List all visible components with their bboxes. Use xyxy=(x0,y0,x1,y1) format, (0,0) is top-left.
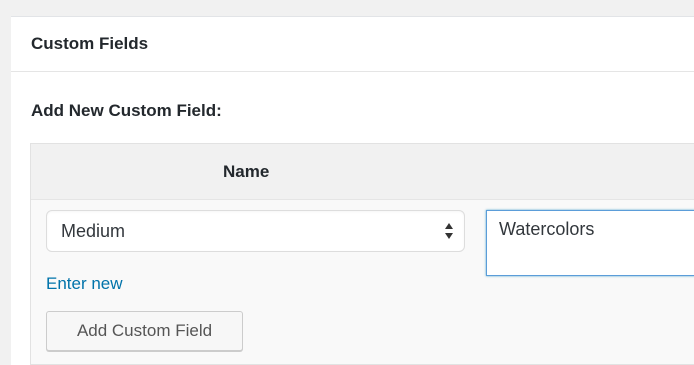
table-header: Name xyxy=(31,144,694,200)
metabox-title: Custom Fields xyxy=(31,34,149,53)
field-value-textarea[interactable]: Watercolors xyxy=(486,210,694,276)
add-custom-field-button[interactable]: Add Custom Field xyxy=(46,311,243,351)
field-name-select-value: Medium xyxy=(61,220,126,241)
add-new-field-label: Add New Custom Field: xyxy=(31,101,222,120)
enter-new-link[interactable]: Enter new xyxy=(46,274,123,294)
custom-fields-metabox: Custom Fields Add New Custom Field: Name… xyxy=(11,16,694,365)
custom-field-table: Name Medium Watercolors Enter new Add Cu… xyxy=(30,143,694,365)
updown-arrows-icon xyxy=(445,223,453,239)
field-name-select[interactable]: Medium xyxy=(46,210,465,252)
name-column-header: Name xyxy=(223,162,270,181)
metabox-header[interactable]: Custom Fields xyxy=(11,17,694,72)
